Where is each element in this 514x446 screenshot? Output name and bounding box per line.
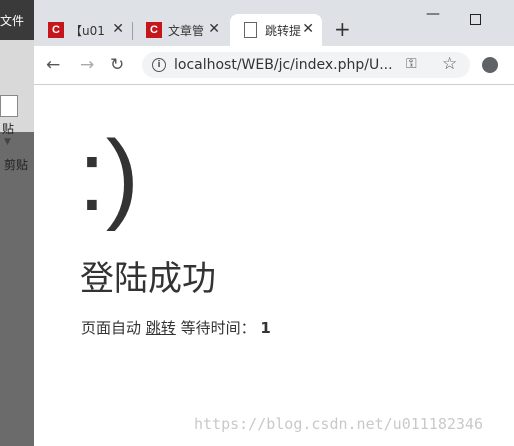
wait-label: 等待时间：: [180, 319, 256, 337]
jump-link[interactable]: 跳转: [146, 319, 176, 337]
csdn-c-icon: C: [146, 22, 162, 38]
info-icon[interactable]: i: [152, 58, 166, 72]
tab-u01[interactable]: C 【u01 ✕: [34, 14, 132, 46]
background-application: 文件 贴 ▼ 剪贴: [0, 0, 34, 446]
clipboard-group-label: 剪贴: [4, 158, 29, 172]
bookmark-star-icon[interactable]: ☆: [442, 54, 457, 74]
wait-seconds: 1: [260, 319, 271, 337]
document-icon: [244, 22, 257, 38]
page-content: :) 登陆成功 页面自动 跳转 等待时间： 1 https://blog.csd…: [34, 85, 514, 446]
profile-avatar-icon[interactable]: [482, 57, 498, 73]
background-app-ribbon: 贴 ▼ 剪贴: [0, 40, 34, 172]
url-text[interactable]: localhost/WEB/jc/index.php/U...: [174, 57, 393, 73]
reload-icon[interactable]: ↻: [110, 55, 124, 75]
success-headline: 登陆成功: [80, 259, 216, 299]
paste-button-label[interactable]: 贴: [2, 120, 14, 137]
tab-redirect-active[interactable]: 跳转提 ✕: [230, 14, 322, 46]
background-app-titlebar: 文件: [0, 0, 34, 40]
browser-window: C 【u01 ✕ C 文章管 ✕ 跳转提 ✕ + — ← → ↻ i local…: [34, 0, 514, 446]
tab-title: 跳转提: [265, 23, 302, 38]
new-tab-button[interactable]: +: [334, 17, 351, 41]
file-menu-label[interactable]: 文件: [0, 12, 24, 29]
back-arrow-icon[interactable]: ←: [46, 55, 60, 75]
browser-toolbar: ← → ↻ i localhost/WEB/jc/index.php/U... …: [34, 46, 514, 85]
redirect-status-line: 页面自动 跳转 等待时间： 1: [81, 317, 271, 338]
close-tab-icon[interactable]: ✕: [302, 21, 314, 37]
close-tab-icon[interactable]: ✕: [208, 21, 220, 37]
maximize-window-button[interactable]: [470, 14, 481, 25]
csdn-c-icon: C: [48, 22, 64, 38]
minimize-window-button[interactable]: —: [426, 6, 440, 22]
status-prefix: 页面自动: [81, 319, 142, 337]
tab-title: 文章管: [168, 23, 205, 38]
address-bar[interactable]: i localhost/WEB/jc/index.php/U... ⚿ ☆: [142, 52, 470, 78]
tab-title: 【u01: [70, 23, 105, 38]
tab-article-manager[interactable]: C 文章管 ✕: [132, 14, 228, 46]
smiley-face: :): [78, 120, 140, 232]
key-icon[interactable]: ⚿: [406, 56, 417, 72]
paste-dropdown-icon[interactable]: ▼: [4, 137, 11, 147]
blog-watermark: https://blog.csdn.net/u011182346: [194, 415, 483, 433]
forward-arrow-icon[interactable]: →: [80, 55, 94, 75]
tab-strip: C 【u01 ✕ C 文章管 ✕ 跳转提 ✕ + —: [34, 0, 514, 46]
paste-icon[interactable]: [0, 95, 18, 117]
close-tab-icon[interactable]: ✕: [112, 21, 124, 37]
